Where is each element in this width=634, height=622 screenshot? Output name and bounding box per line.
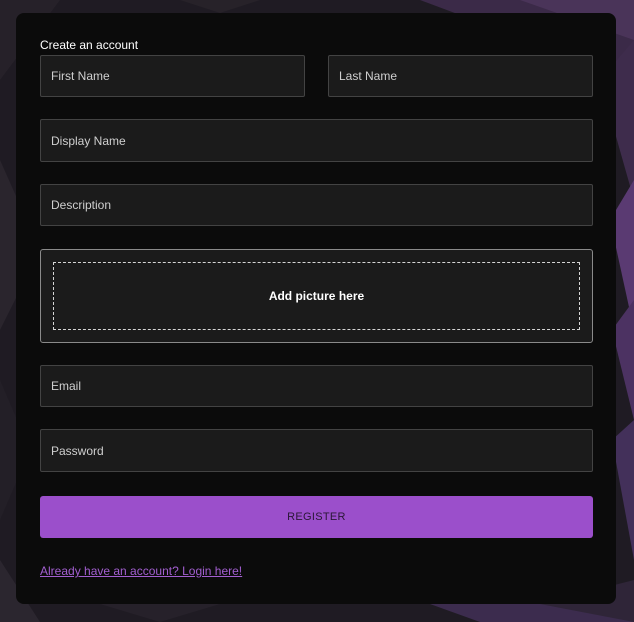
- last-name-input[interactable]: [328, 55, 593, 97]
- picture-drop-area: Add picture here: [53, 262, 580, 330]
- login-link[interactable]: Already have an account? Login here!: [40, 564, 242, 578]
- add-picture-dropzone[interactable]: Add picture here: [40, 249, 593, 343]
- description-input[interactable]: [40, 184, 593, 226]
- form-title: Create an account: [40, 38, 139, 52]
- first-name-input[interactable]: [40, 55, 305, 97]
- email-input[interactable]: [40, 365, 593, 407]
- register-card: Create an account Add picture here REGIS…: [16, 13, 616, 604]
- add-picture-label: Add picture here: [268, 289, 365, 303]
- password-input[interactable]: [40, 429, 593, 472]
- register-button[interactable]: REGISTER: [40, 496, 593, 538]
- display-name-input[interactable]: [40, 119, 593, 162]
